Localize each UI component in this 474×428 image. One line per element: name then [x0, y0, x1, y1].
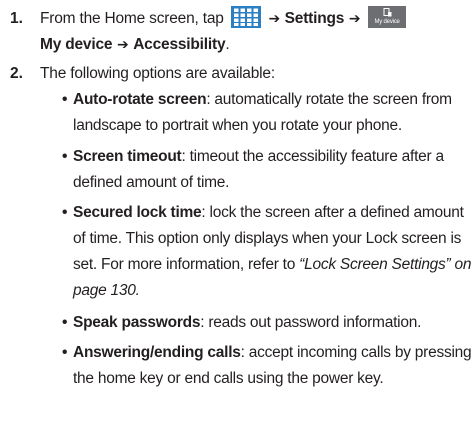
- list-item: • Secured lock time: lock the screen aft…: [62, 200, 472, 304]
- my-device-icon: My device: [368, 6, 407, 28]
- apps-grid-icon: [230, 6, 261, 28]
- step-2: 2. The following options are available:: [0, 61, 474, 87]
- list-item: • Answering/ending calls: accept incomin…: [62, 340, 472, 392]
- option-description: : reads out password information.: [200, 314, 422, 331]
- option-name: Screen timeout: [73, 148, 182, 165]
- list-item: • Auto-rotate screen: automatically rota…: [62, 87, 472, 139]
- step-1: 1. From the Home screen, tap ➔ Settings …: [0, 6, 474, 58]
- accessibility-label: Accessibility: [133, 36, 226, 53]
- arrow-icon: ➔: [344, 11, 366, 27]
- bullet-icon: •: [62, 344, 68, 361]
- option-name: Answering/ending calls: [73, 344, 241, 361]
- step-2-text: The following options are available:: [40, 65, 275, 82]
- bullet-icon: •: [62, 148, 68, 165]
- bullet-icon: •: [62, 314, 68, 331]
- option-name: Auto-rotate screen: [73, 91, 207, 108]
- option-name: Secured lock time: [73, 204, 202, 221]
- settings-label: Settings: [284, 10, 345, 27]
- manual-page: 1. From the Home screen, tap ➔ Settings …: [0, 0, 474, 428]
- step-1-text: From the Home screen, tap ➔ Settings ➔ M…: [40, 6, 470, 58]
- step-1-suffix: .: [225, 36, 230, 53]
- arrow-icon: ➔: [112, 37, 134, 53]
- option-name: Speak passwords: [73, 314, 201, 331]
- step-1-prefix: From the Home screen, tap: [40, 10, 228, 27]
- my-device-icon-caption: My device: [374, 19, 400, 25]
- bullet-icon: •: [62, 91, 68, 108]
- list-item: • Screen timeout: timeout the accessibil…: [62, 144, 472, 196]
- my-device-label: My device: [40, 36, 113, 53]
- bullet-icon: •: [62, 204, 68, 221]
- step-number: 1.: [10, 10, 23, 27]
- list-item: • Speak passwords: reads out password in…: [62, 310, 472, 336]
- arrow-icon: ➔: [263, 11, 285, 27]
- step-number: 2.: [10, 65, 23, 82]
